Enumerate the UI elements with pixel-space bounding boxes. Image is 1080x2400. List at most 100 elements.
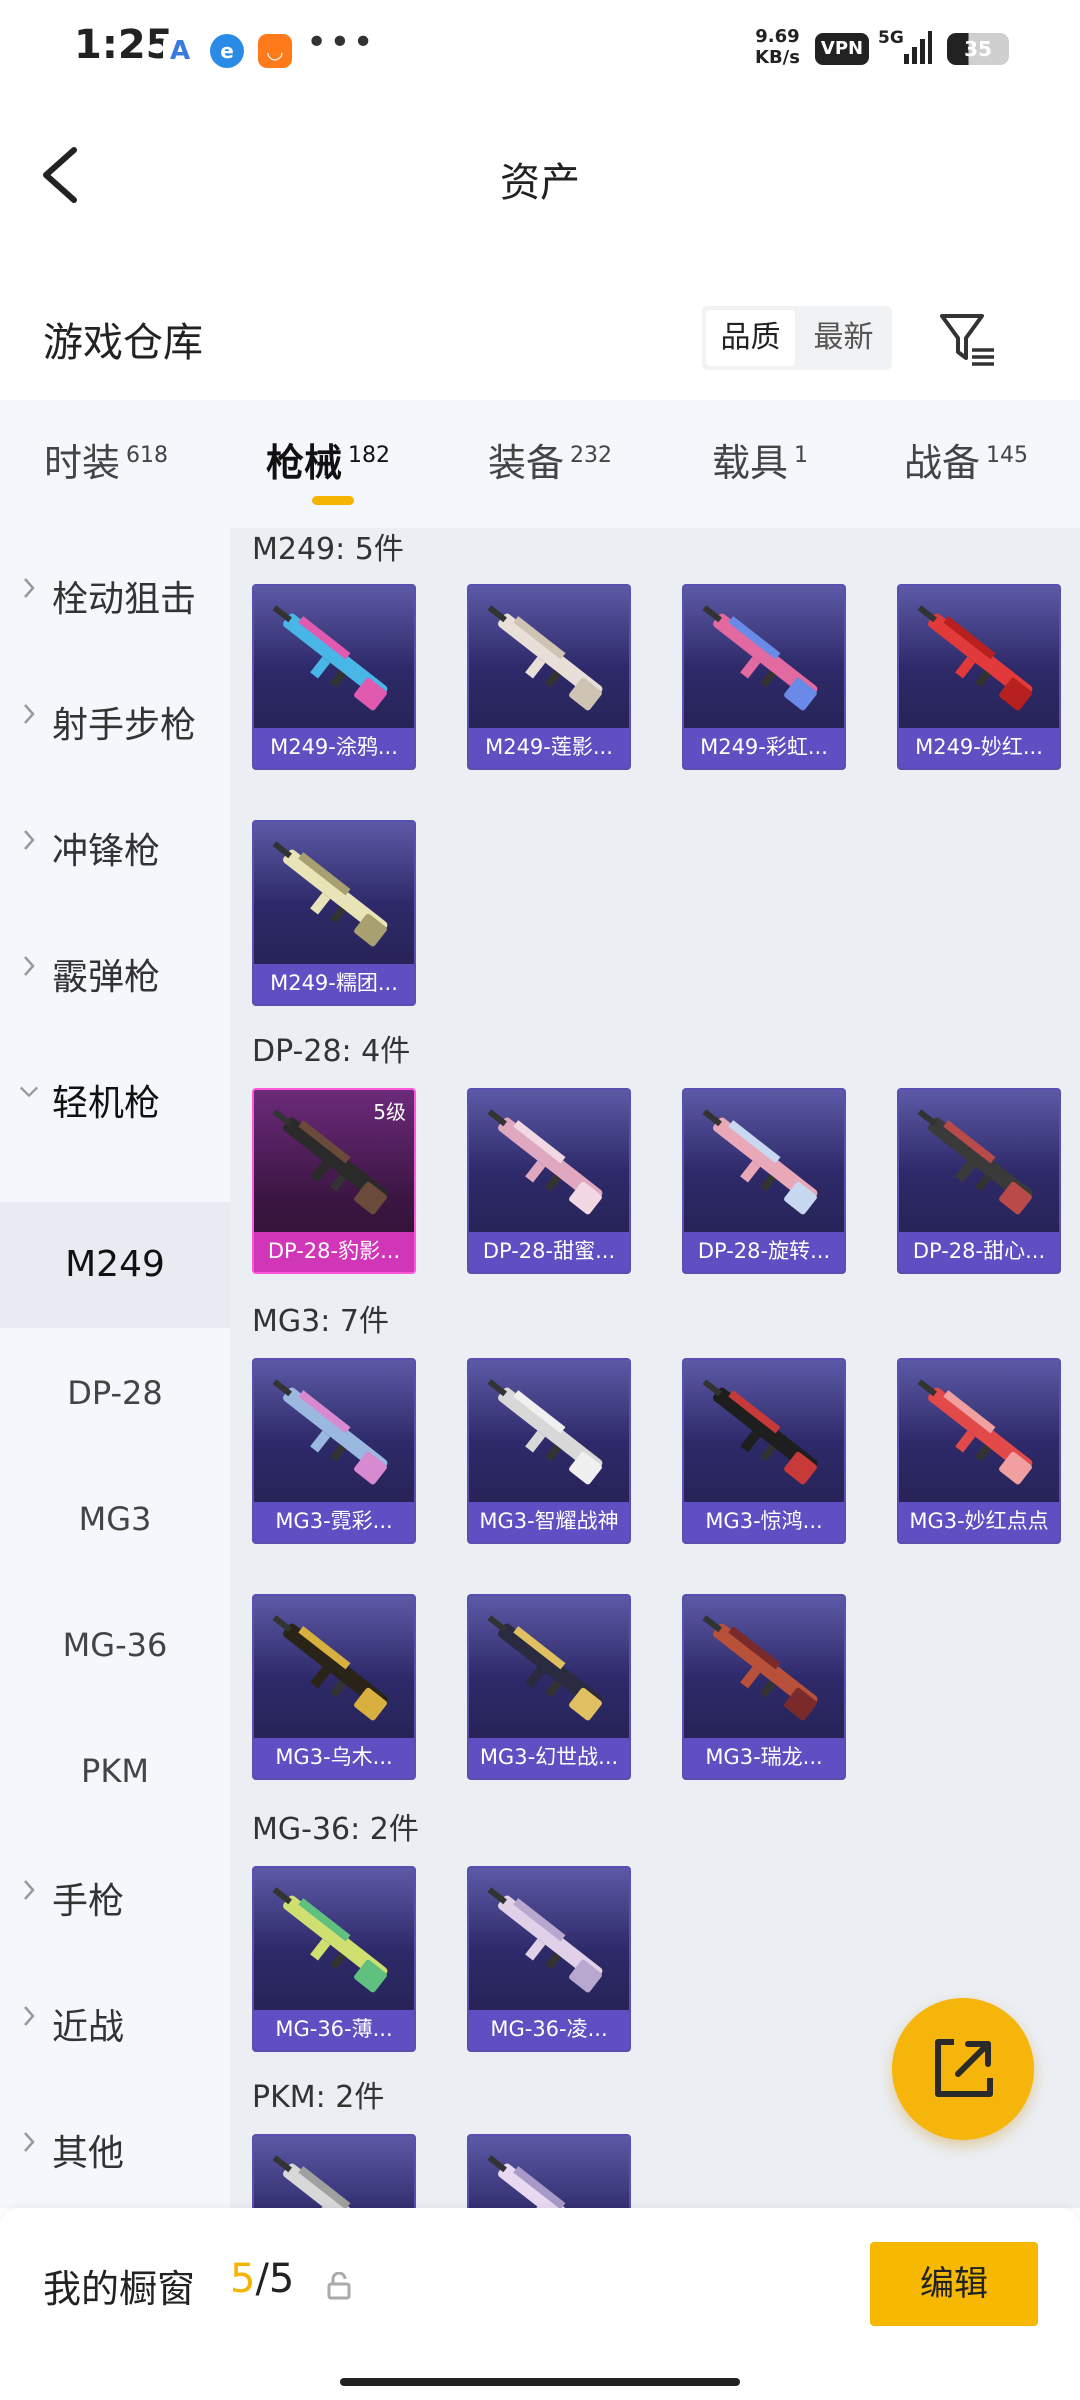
chevron-right-icon bbox=[24, 578, 35, 598]
category-tabs: 时装 618 枪械 182 装备 232 载具 1 战备 145 bbox=[0, 400, 1080, 528]
sidebar-subitem-mg36[interactable]: MG-36 bbox=[0, 1582, 230, 1708]
item-name: MG3-幻世战... bbox=[469, 1738, 629, 1778]
item-name: DP-28-旋转... bbox=[684, 1232, 844, 1272]
active-tab-indicator bbox=[312, 496, 354, 505]
item-card[interactable]: M249-涂鸦... bbox=[252, 584, 416, 770]
tab-fashion[interactable]: 时装 618 bbox=[44, 432, 168, 487]
sidebar-item-label: 冲锋枪 bbox=[52, 831, 161, 872]
item-card[interactable]: DP-28-甜蜜... bbox=[467, 1088, 631, 1274]
tab-supplies[interactable]: 战备 145 bbox=[904, 432, 1028, 487]
sidebar-subitem-pkm[interactable]: PKM bbox=[0, 1708, 230, 1834]
item-grid: M249: 5件 DP-28: 4件 MG3: 7件 MG-36: 2件 PKM… bbox=[230, 528, 1080, 2208]
chevron-right-icon bbox=[24, 830, 35, 850]
item-name: MG3-智耀战神 bbox=[469, 1502, 629, 1542]
sidebar-item-marksman-rifle[interactable]: 射手步枪 bbox=[0, 654, 230, 780]
chevron-right-icon bbox=[24, 2006, 35, 2026]
item-name: MG-36-凌... bbox=[469, 2010, 629, 2050]
more-notifications-icon: ••• bbox=[306, 22, 376, 63]
chevron-right-icon bbox=[24, 704, 35, 724]
item-name: DP-28-豹影... bbox=[254, 1232, 414, 1272]
gun-skin-image bbox=[702, 1615, 818, 1721]
sidebar-subitem-dp28[interactable]: DP-28 bbox=[0, 1330, 230, 1456]
item-card[interactable]: MG-36-凌... bbox=[467, 1866, 631, 2052]
item-card[interactable]: MG3-妙红点点 bbox=[897, 1358, 1061, 1544]
speed-unit: KB/s bbox=[755, 47, 800, 68]
sidebar-item-label: 手枪 bbox=[52, 1881, 125, 1922]
gun-skin-image bbox=[487, 1887, 603, 1993]
gun-skin-image bbox=[487, 1109, 603, 1215]
edit-button[interactable]: 编辑 bbox=[870, 2242, 1038, 2326]
sidebar-item-bolt-sniper[interactable]: 栓动狙击 bbox=[0, 528, 230, 654]
gun-skin-image bbox=[702, 1109, 818, 1215]
sidebar-item-label: 霰弹枪 bbox=[52, 957, 161, 998]
share-button[interactable] bbox=[892, 1998, 1034, 2140]
signal-icon bbox=[904, 31, 932, 64]
sidebar-subitem-mg3[interactable]: MG3 bbox=[0, 1456, 230, 1582]
item-card[interactable]: MG3-幻世战... bbox=[467, 1594, 631, 1780]
gun-skin-image bbox=[487, 1379, 603, 1485]
item-card[interactable]: M249-糯团... bbox=[252, 820, 416, 1006]
status-time: 1:25 bbox=[74, 22, 174, 68]
sort-quality-button[interactable]: 品质 bbox=[706, 310, 795, 366]
sidebar-item-melee[interactable]: 近战 bbox=[0, 1956, 230, 2082]
gun-skin-image bbox=[272, 1379, 388, 1485]
vpn-badge: VPN bbox=[815, 33, 869, 65]
sort-toggle: 品质 最新 bbox=[702, 306, 892, 370]
group-label-mg3: MG3: 7件 bbox=[252, 1304, 389, 1339]
showcase-bar: 我的橱窗 5/5 编辑 bbox=[0, 2208, 1080, 2400]
browser-icon: e bbox=[210, 34, 244, 68]
showcase-current: 5 bbox=[230, 2256, 256, 2302]
tab-count: 232 bbox=[570, 443, 613, 468]
item-name: M249-莲影... bbox=[469, 728, 629, 768]
item-card[interactable] bbox=[467, 2134, 631, 2208]
item-card[interactable]: DP-28-甜心... bbox=[897, 1088, 1061, 1274]
item-level-badge: 5级 bbox=[373, 1100, 406, 1124]
gun-skin-image bbox=[487, 605, 603, 711]
tab-label: 时装 bbox=[44, 441, 121, 485]
item-name: DP-28-甜蜜... bbox=[469, 1232, 629, 1272]
page-header: 资产 bbox=[0, 100, 1080, 250]
item-card[interactable]: M249-莲影... bbox=[467, 584, 631, 770]
filter-icon[interactable] bbox=[938, 310, 998, 368]
tab-label: 载具 bbox=[712, 441, 789, 485]
tab-guns[interactable]: 枪械 182 bbox=[266, 432, 390, 487]
sidebar-item-pistol[interactable]: 手枪 bbox=[0, 1830, 230, 1956]
sidebar-item-shotgun[interactable]: 霰弹枪 bbox=[0, 906, 230, 1032]
gun-skin-image bbox=[702, 1379, 818, 1485]
chevron-right-icon bbox=[24, 1880, 35, 1900]
sort-newest-button[interactable]: 最新 bbox=[799, 310, 888, 366]
tab-vehicles[interactable]: 载具 1 bbox=[712, 432, 808, 487]
item-card[interactable]: DP-28-旋转... bbox=[682, 1088, 846, 1274]
showcase-count: 5/5 bbox=[230, 2256, 294, 2302]
item-card[interactable] bbox=[252, 2134, 416, 2208]
item-name: M249-彩虹... bbox=[684, 728, 844, 768]
sidebar-item-other[interactable]: 其他 bbox=[0, 2082, 230, 2208]
item-card[interactable]: MG3-霓彩... bbox=[252, 1358, 416, 1544]
item-card[interactable]: MG3-乌木... bbox=[252, 1594, 416, 1780]
item-name: MG3-乌木... bbox=[254, 1738, 414, 1778]
sidebar-subitem-m249[interactable]: M249 bbox=[0, 1202, 230, 1328]
tab-label: 战备 bbox=[904, 441, 981, 485]
item-card[interactable]: MG3-智耀战神 bbox=[467, 1358, 631, 1544]
tab-count: 1 bbox=[794, 443, 809, 468]
chevron-down-icon bbox=[19, 1086, 39, 1098]
tab-equipment[interactable]: 装备 232 bbox=[488, 432, 612, 487]
battery-icon: 35 bbox=[947, 33, 1009, 65]
item-card[interactable]: M249-彩虹... bbox=[682, 584, 846, 770]
gun-skin-image bbox=[272, 605, 388, 711]
sidebar-item-label: 其他 bbox=[52, 2133, 125, 2174]
gun-skin-image bbox=[272, 1887, 388, 1993]
item-card[interactable]: DP-28-豹影... 5级 bbox=[252, 1088, 416, 1274]
item-name: M249-糯团... bbox=[254, 964, 414, 1004]
item-card[interactable]: MG3-瑞龙... bbox=[682, 1594, 846, 1780]
chevron-right-icon bbox=[24, 2132, 35, 2152]
sidebar-item-smg[interactable]: 冲锋枪 bbox=[0, 780, 230, 906]
item-card[interactable]: MG3-惊鸿... bbox=[682, 1358, 846, 1544]
item-card[interactable]: MG-36-薄... bbox=[252, 1866, 416, 2052]
shop-icon: ◡ bbox=[258, 34, 292, 68]
gun-skin-image bbox=[272, 841, 388, 947]
gun-skin-image bbox=[487, 2155, 603, 2208]
gun-skin-image bbox=[272, 1615, 388, 1721]
sidebar-item-lmg[interactable]: 轻机枪 bbox=[0, 1032, 230, 1158]
item-card[interactable]: M249-妙红... bbox=[897, 584, 1061, 770]
